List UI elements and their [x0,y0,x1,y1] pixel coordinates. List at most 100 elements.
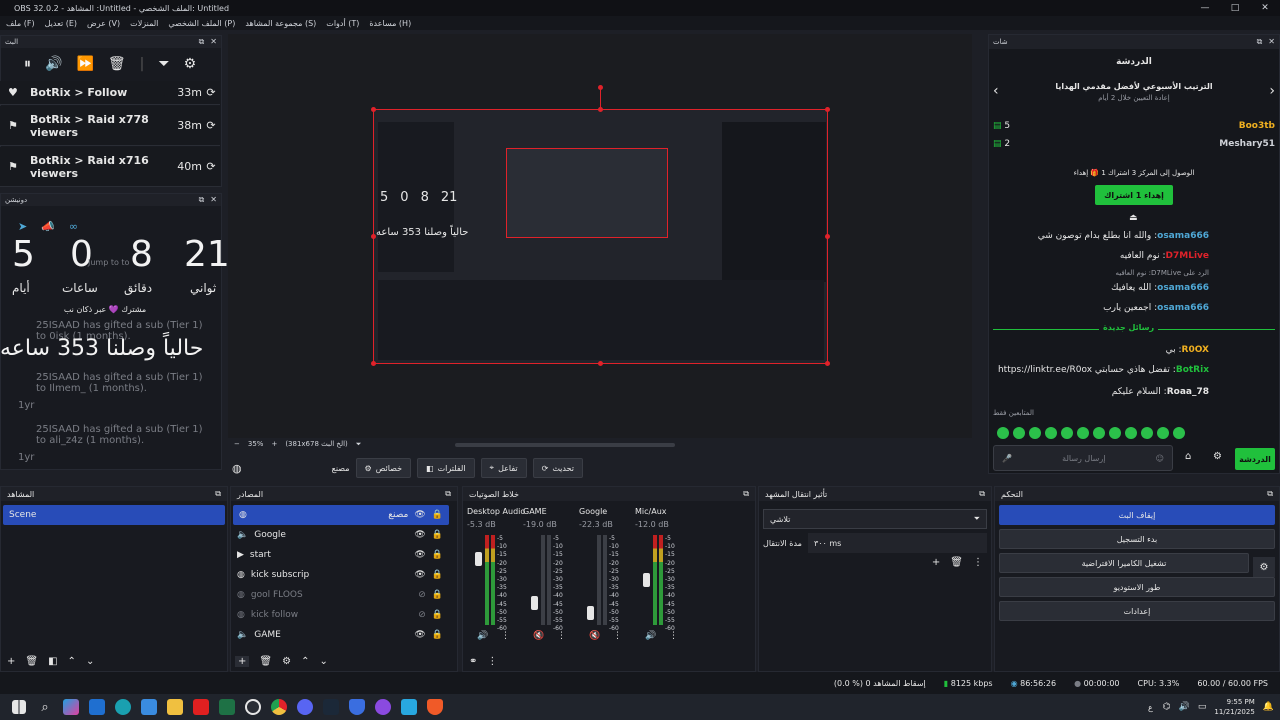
folder-icon[interactable] [162,694,188,720]
steam-icon[interactable] [318,694,344,720]
lock-icon[interactable]: 🔒 [432,610,443,620]
float-icon[interactable]: ⧉ [215,489,221,499]
float-icon[interactable]: ⧉ [445,489,451,499]
float-icon[interactable]: ⧉ [1257,37,1263,47]
emote-icon[interactable] [1141,427,1153,439]
source-item[interactable]: ◍ مصنع 👁 🔒 [233,505,449,525]
emote-icon[interactable] [1045,427,1057,439]
clock[interactable]: 9:55 PM 11/21/2025 [1214,697,1254,717]
program-preview[interactable]: 5 0 8 21 حالياً وصلنا 353 ساعه [373,109,828,364]
float-icon[interactable]: ⧉ [743,489,749,499]
brave-icon[interactable] [422,694,448,720]
excel-icon[interactable] [214,694,240,720]
gear-icon[interactable]: ⚙ [282,656,291,667]
menu-icon[interactable]: ⋮ [501,631,510,641]
resize-handle[interactable] [825,361,830,366]
skip-icon[interactable]: ⏩ [76,56,93,72]
menu-view[interactable]: عرض (V) [87,19,120,28]
alert-event[interactable]: ⚑ BotRix > Raid x716 viewers 40m ⟳ [0,147,220,187]
chat-user[interactable]: osama666 [1157,303,1209,313]
store-icon[interactable] [136,694,162,720]
filter-icon[interactable]: ◧ [48,656,57,667]
menu-help[interactable]: مساعدة (H) [369,19,411,28]
replay-icon[interactable]: ⟳ [202,119,220,132]
lock-icon[interactable]: 🔒 [432,530,443,540]
eye-icon[interactable]: 👁 [414,530,425,540]
duration-input[interactable]: ٣٠٠ ms [807,533,987,553]
add-icon[interactable]: + [932,557,940,568]
alert-event[interactable]: ♥ BotRix > Follow 33m ⟳ [0,81,220,105]
maximize-button[interactable]: □ [1220,3,1250,13]
volume-fader[interactable] [475,551,482,566]
battery-icon[interactable]: ▭ [1198,702,1207,712]
float-icon[interactable]: ⧉ [199,37,205,47]
notes-icon[interactable] [396,694,422,720]
copilot-icon[interactable] [58,694,84,720]
volume-icon[interactable]: 🔊 [45,56,62,72]
volume-fader[interactable] [531,595,538,610]
eye-icon[interactable]: 👁 [414,550,425,560]
emoji-icon[interactable]: ☺ [1156,454,1164,463]
onedrive-icon[interactable] [84,694,110,720]
jump-link[interactable]: Jump to to [88,258,129,267]
menu-profile[interactable]: الملف الشخصي (P) [168,19,235,28]
megaphone-icon[interactable]: 📣 [41,220,55,233]
gift-sub-button[interactable]: إهداء 1 اشتراك [1095,185,1173,205]
float-icon[interactable]: ⧉ [199,195,205,205]
emote-icon[interactable] [1029,427,1041,439]
menu-icon[interactable]: ⋮ [487,656,497,667]
send-icon[interactable]: ➤ [18,220,27,233]
resize-handle[interactable] [825,107,830,112]
close-icon[interactable]: ✕ [210,37,217,47]
lock-icon[interactable]: 🔒 [432,590,443,600]
volume-icon[interactable]: 🔊 [645,631,656,641]
add-icon[interactable]: + [235,656,250,667]
chat-user[interactable]: Roaa_78 [1167,387,1209,397]
emote-icon[interactable] [1061,427,1073,439]
chat-user[interactable]: D7MLive [1166,251,1209,261]
notification-icon[interactable]: 🔔 [1263,702,1274,712]
add-icon[interactable]: + [7,656,15,667]
alert-event[interactable]: ⚑ BotRix > Raid x778 viewers 38m ⟳ [0,106,220,146]
eye-icon[interactable]: 👁 [414,570,425,580]
resize-handle[interactable] [371,234,376,239]
properties-button[interactable]: ⚙ خصائص [355,458,412,478]
trash-icon[interactable]: 🗑 [25,656,38,667]
horizontal-scrollbar[interactable] [455,443,675,447]
menu-docks[interactable]: المنزلات [130,19,158,28]
mic-icon[interactable]: 🎤 [1002,454,1012,463]
gear-icon[interactable]: ⚙ [184,56,197,72]
volume-icon[interactable]: 🔊 [1179,702,1190,712]
transition-select[interactable]: تلاشي ⏷ [763,509,987,529]
chevron-down-icon[interactable]: ⌄ [86,656,94,667]
emote-icon[interactable] [1077,427,1089,439]
filters-button[interactable]: ◧ الفلترات [417,458,475,478]
pause-icon[interactable]: ⏸ [24,56,31,72]
gear-icon[interactable]: ⚙ [1253,557,1275,577]
stop-streaming-button[interactable]: إيقاف البث [999,505,1275,525]
resize-handle[interactable] [371,361,376,366]
volume-icon[interactable]: 🔊 [477,631,488,641]
source-item[interactable]: 🔈 Google 👁 🔒 [231,525,449,545]
float-icon[interactable]: ⧉ [979,489,985,499]
settings-button[interactable]: إعدادات [999,601,1275,621]
source-item[interactable]: ◍ kick subscrip 👁 🔒 [231,565,449,585]
close-icon[interactable]: ✕ [1268,37,1275,47]
eye-icon[interactable]: 👁 [414,630,425,640]
muted-icon[interactable]: 🔇 [533,631,544,641]
muted-icon[interactable]: 🔇 [589,631,600,641]
lock-icon[interactable]: 🔒 [432,550,443,560]
resize-handle[interactable] [825,234,830,239]
lock-icon[interactable]: 🔒 [432,630,443,640]
link-icon[interactable]: ⚭ [469,656,477,667]
trash-icon[interactable]: 🗑 [950,557,963,568]
filter-icon[interactable]: ⏷ [158,56,169,72]
close-button[interactable]: ✕ [1250,3,1280,13]
menu-file[interactable]: ملف (F) [6,19,35,28]
chevron-down-icon[interactable]: ⌄ [319,656,327,667]
store-icon[interactable]: ⌂ [1185,451,1191,462]
zoom-in-button[interactable]: + [271,440,277,449]
chevron-up-icon[interactable]: ⌃ [68,656,76,667]
link-icon[interactable]: ∞ [69,220,78,233]
emote-icon[interactable] [1109,427,1121,439]
